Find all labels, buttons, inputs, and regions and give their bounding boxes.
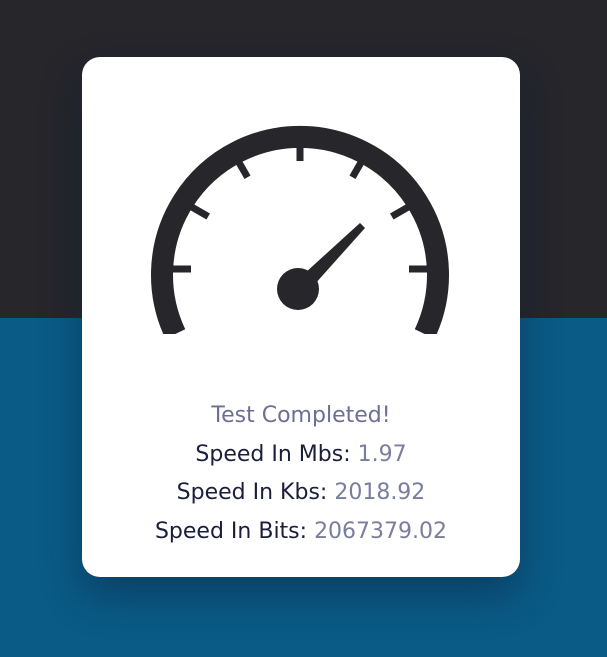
test-status: Test Completed! (211, 403, 391, 428)
speed-mbs-label: Speed In Mbs: (195, 441, 351, 467)
speed-kbs-value: 2018.92 (334, 480, 426, 505)
speed-bits-value: 2067379.02 (314, 518, 448, 544)
speed-mbs-value: 1.97 (357, 441, 407, 467)
speed-mbs-row: Speed In Mbs: 1.97 (82, 436, 520, 475)
speed-kbs-label: Speed In Kbs: (176, 480, 328, 505)
speedometer-icon (151, 125, 449, 334)
speed-bits-label: Speed In Bits: (154, 518, 308, 544)
speed-kbs-row: Speed In Kbs: 2018.92 (82, 474, 520, 513)
speed-test-card: Test Completed! Speed In Mbs: 1.97 Speed… (82, 57, 520, 577)
speed-results: Test Completed! Speed In Mbs: 1.97 Speed… (82, 397, 520, 551)
speed-bits-row: Speed In Bits: 2067379.02 (82, 513, 520, 552)
